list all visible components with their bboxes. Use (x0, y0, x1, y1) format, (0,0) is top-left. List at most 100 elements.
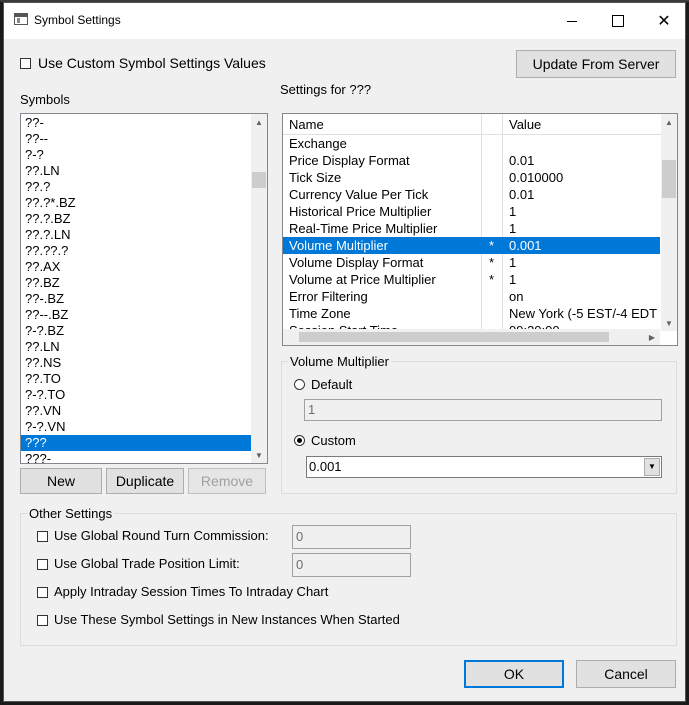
use-in-new-instances-label: Use These Symbol Settings in New Instanc… (54, 612, 400, 627)
setting-name: Exchange (289, 136, 347, 151)
symbols-vertical-scrollbar[interactable]: ▲ ▼ (251, 114, 267, 463)
default-radio-label: Default (311, 377, 353, 392)
list-item[interactable]: ?-?.BZ (21, 323, 267, 339)
list-item[interactable]: ??.LN (21, 163, 267, 179)
list-item[interactable]: ??.?.LN (21, 227, 267, 243)
list-item[interactable]: ??.VN (21, 403, 267, 419)
list-item[interactable]: ??.LN (21, 339, 267, 355)
global-round-turn-label: Use Global Round Turn Commission: (54, 528, 269, 543)
default-value-field: 1 (304, 399, 662, 421)
list-item[interactable]: ??-- (21, 131, 267, 147)
list-item[interactable]: ??.BZ (21, 275, 267, 291)
setting-name: Price Display Format (289, 153, 410, 168)
setting-name: Real-Time Price Multiplier (289, 221, 438, 236)
new-button[interactable]: New (20, 468, 102, 494)
global-trade-limit-checkbox[interactable] (37, 559, 48, 570)
close-button[interactable]: ✕ (641, 3, 687, 39)
table-row[interactable]: Volume Multiplier * 0.001 (283, 237, 660, 254)
grid-horizontal-scrollbar[interactable]: ▶ (283, 329, 660, 345)
symbols-list-items: ??- ??-- ?-? ??.LN??.? ??.?*.BZ ??.?.BZ ??.?.L… (21, 114, 267, 463)
scroll-down-icon[interactable]: ▼ (251, 447, 267, 463)
grid-header-name[interactable]: Name (289, 117, 324, 132)
settings-for-label: Settings for ??? (280, 82, 372, 97)
scroll-up-icon[interactable]: ▲ (661, 114, 677, 130)
chevron-down-icon[interactable]: ▼ (644, 458, 660, 476)
global-trade-limit-field: 0 (292, 553, 411, 577)
table-row[interactable]: Volume at Price Multiplier * 1 (283, 271, 660, 288)
table-row[interactable]: Volume Display Format * 1 (283, 254, 660, 271)
scroll-thumb[interactable] (299, 332, 609, 342)
scroll-thumb[interactable] (252, 172, 266, 188)
list-item[interactable]: ??.NS (21, 355, 267, 371)
list-item[interactable]: ??- (21, 115, 267, 131)
scroll-down-icon[interactable]: ▼ (661, 315, 677, 331)
apply-intraday-checkbox[interactable] (37, 587, 48, 598)
setting-name: Time Zone (289, 306, 351, 321)
default-radio[interactable] (294, 379, 305, 390)
setting-value: 1 (509, 272, 517, 287)
custom-value-text: 0.001 (309, 459, 342, 474)
ok-button[interactable]: OK (464, 660, 564, 688)
setting-name: Currency Value Per Tick (289, 187, 429, 202)
table-row[interactable]: Price Display Format 0.01 (283, 152, 660, 169)
setting-value: 0.01 (509, 187, 535, 202)
symbol-settings-dialog: Symbol Settings ✕ Use Custom Symbol Sett… (3, 2, 686, 702)
list-item[interactable]: ??.?.BZ (21, 211, 267, 227)
symbols-label: Symbols (20, 92, 70, 107)
symbols-list[interactable]: ??- ??-- ?-? ??.LN??.? ??.?*.BZ ??.?.BZ ??.?.L… (20, 113, 268, 464)
remove-button[interactable]: Remove (188, 468, 266, 494)
setting-value: New York (-5 EST/-4 EDT (509, 306, 658, 321)
setting-flag: * (489, 272, 495, 287)
setting-value: on (509, 289, 524, 304)
title-bar[interactable]: Symbol Settings ✕ (4, 3, 685, 39)
duplicate-button[interactable]: Duplicate (106, 468, 184, 494)
window-app-icon (14, 13, 28, 25)
scroll-right-icon[interactable]: ▶ (644, 329, 660, 345)
list-item[interactable]: ?-?.TO (21, 387, 267, 403)
table-row[interactable]: Tick Size 0.010000 (283, 169, 660, 186)
list-item[interactable]: ?-?.VN (21, 419, 267, 435)
minimize-button[interactable] (549, 3, 595, 39)
table-row[interactable]: Currency Value Per Tick 0.01 (283, 186, 660, 203)
list-item[interactable]: ??.TO (21, 371, 267, 387)
setting-name: Error Filtering (289, 289, 368, 304)
list-item[interactable]: ?-? (21, 147, 267, 163)
list-item[interactable]: ??.??.? (21, 243, 267, 259)
grid-header-value[interactable]: Value (509, 117, 541, 132)
window-title: Symbol Settings (34, 13, 121, 27)
list-item[interactable]: ??.?*.BZ (21, 195, 267, 211)
other-settings-group-label: Other Settings (29, 506, 113, 521)
maximize-icon (612, 15, 624, 27)
minimize-icon (567, 20, 577, 22)
list-item[interactable]: ??.AX (21, 259, 267, 275)
grid-vertical-scrollbar[interactable]: ▲ ▼ (661, 114, 677, 331)
setting-value: 0.001 (509, 238, 542, 253)
global-round-turn-checkbox[interactable] (37, 531, 48, 542)
table-row[interactable]: Real-Time Price Multiplier 1 (283, 220, 660, 237)
volume-multiplier-group-label: Volume Multiplier (290, 354, 389, 369)
cancel-button[interactable]: Cancel (576, 660, 676, 688)
use-custom-checkbox[interactable] (20, 58, 31, 69)
list-item[interactable]: ???- (21, 451, 267, 463)
scroll-thumb[interactable] (662, 160, 676, 198)
table-row[interactable]: Error Filtering on (283, 288, 660, 305)
update-from-server-button[interactable]: Update From Server (516, 50, 676, 78)
global-trade-limit-label: Use Global Trade Position Limit: (54, 556, 240, 571)
table-row[interactable]: Time Zone New York (-5 EST/-4 EDT (283, 305, 660, 322)
table-row[interactable]: Historical Price Multiplier 1 (283, 203, 660, 220)
custom-value-combo[interactable]: 0.001 ▼ (306, 456, 662, 478)
maximize-button[interactable] (595, 3, 641, 39)
table-row[interactable]: Exchange (283, 135, 660, 152)
custom-radio[interactable] (294, 435, 305, 446)
grid-header: Name Value (283, 114, 677, 135)
use-custom-label: Use Custom Symbol Settings Values (38, 55, 266, 71)
settings-grid[interactable]: Name Value Exchange Price Display Format 0… (282, 113, 678, 346)
list-item[interactable]: ??? (21, 435, 267, 451)
use-in-new-instances-checkbox[interactable] (37, 615, 48, 626)
scroll-up-icon[interactable]: ▲ (251, 114, 267, 130)
setting-name: Tick Size (289, 170, 342, 185)
custom-radio-label: Custom (311, 433, 356, 448)
list-item[interactable]: ??.? (21, 179, 267, 195)
list-item[interactable]: ??-.BZ (21, 291, 267, 307)
list-item[interactable]: ??--.BZ (21, 307, 267, 323)
